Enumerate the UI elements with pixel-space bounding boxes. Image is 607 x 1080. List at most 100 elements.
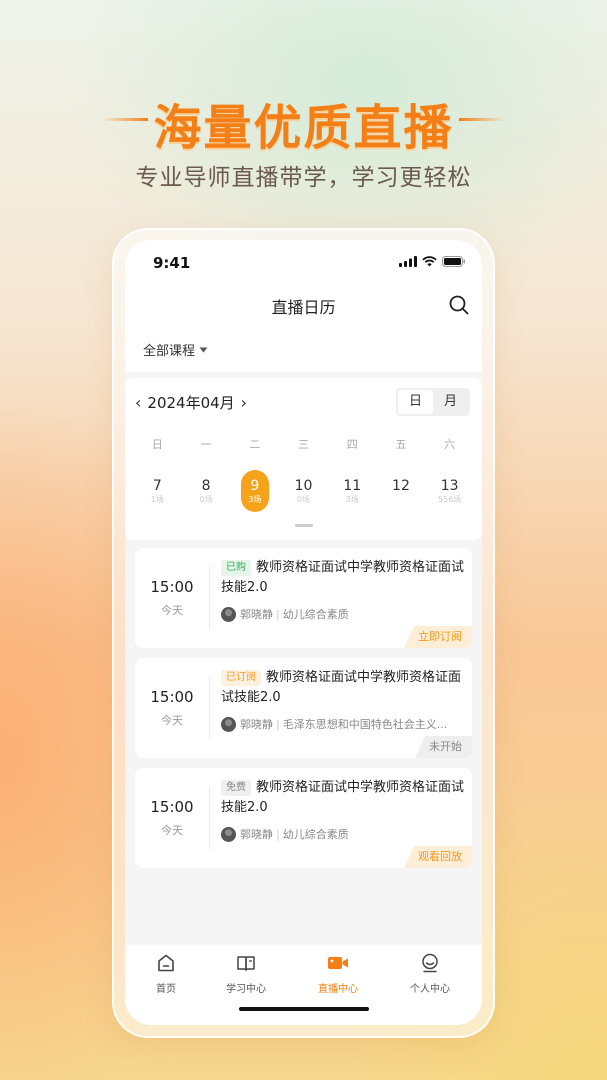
- day-cell[interactable]: 7 1场: [133, 472, 182, 514]
- tab-home[interactable]: 首页: [131, 953, 201, 995]
- hero-title: 海量优质直播: [153, 100, 454, 156]
- subscribe-button[interactable]: 立即订阅: [404, 626, 472, 648]
- session-teacher-row: 郭晓静 | 幼儿综合素质: [221, 826, 461, 842]
- day-number: 13: [440, 478, 459, 494]
- purchased-badge: 已购: [221, 560, 251, 576]
- weekday-label: 六: [444, 438, 456, 451]
- tab-label: 首页: [156, 984, 176, 995]
- book-icon: [237, 956, 255, 971]
- day-number: 10: [294, 478, 313, 494]
- status-bar: 9:41: [125, 240, 482, 286]
- prev-month-icon[interactable]: ‹: [135, 393, 141, 412]
- day-cell[interactable]: 8 0场: [182, 472, 231, 514]
- session-time: 15:00: [150, 688, 194, 706]
- divider: |: [276, 827, 280, 841]
- session-teacher-row: 郭晓静 | 幼儿综合素质: [221, 606, 461, 622]
- watch-replay-button[interactable]: 观看回放: [404, 846, 472, 868]
- session-time: 15:00: [150, 578, 194, 596]
- divider: |: [276, 607, 280, 621]
- course-category: 幼儿综合素质: [282, 828, 349, 841]
- day-session-count: 3场: [345, 495, 359, 504]
- tab-live-center[interactable]: 直播中心: [303, 953, 373, 995]
- course-category: 毛泽东思想和中国特色社会主义...: [282, 718, 448, 731]
- tab-label: 直播中心: [318, 984, 358, 995]
- calendar: ‹ 2024年04月 › 日 月 日 一 二 三 四 五 六 7 1场 8 0场: [125, 378, 482, 540]
- session-day: 今天: [161, 714, 183, 727]
- course-filter-label: 全部课程: [143, 344, 196, 359]
- day-row: 7 1场 8 0场 9 3场 10 0场 11 3场 12 13 556场: [125, 470, 482, 514]
- not-started-status: 未开始: [415, 736, 472, 758]
- status-icons: [399, 256, 466, 267]
- caret-down-icon: [199, 347, 208, 352]
- tab-learning-center[interactable]: 学习中心: [211, 953, 281, 995]
- search-icon[interactable]: [448, 294, 470, 316]
- session-card[interactable]: 15:00 今天 已购 教师资格证面试中学教师资格证面试技能2.0 郭晓静 | 幼…: [135, 548, 472, 648]
- day-session-count: 1场: [150, 495, 164, 504]
- day-session-count: 556场: [438, 495, 462, 504]
- day-session-count: 0场: [296, 495, 311, 504]
- teacher-name: 郭晓静: [240, 828, 273, 841]
- weekday-label: 一: [200, 438, 212, 451]
- session-day: 今天: [161, 824, 183, 837]
- view-month-button[interactable]: 月: [433, 390, 468, 414]
- view-day-button[interactable]: 日: [398, 390, 433, 414]
- teacher-name: 郭晓静: [240, 608, 273, 621]
- divider: [209, 566, 210, 630]
- hero-decor-line-right: [459, 118, 505, 121]
- status-time: 9:41: [153, 254, 191, 272]
- session-card[interactable]: 15:00 今天 已订阅 教师资格证面试中学教师资格证面试技能2.0 郭晓静 | …: [135, 658, 472, 758]
- day-cell-selected[interactable]: 9 3场: [230, 470, 279, 514]
- page-title: 直播日历: [271, 298, 336, 317]
- day-number: 11: [343, 478, 362, 494]
- hero-subtitle: 专业导师直播带学，学习更轻松: [135, 165, 472, 191]
- course-filter-dropdown[interactable]: 全部课程: [143, 340, 208, 359]
- signal-icon: [399, 256, 417, 267]
- weekday-label: 日: [151, 438, 163, 451]
- month-navigator: ‹ 2024年04月 ›: [135, 392, 247, 413]
- day-cell[interactable]: 12: [377, 472, 426, 514]
- course-category: 幼儿综合素质: [282, 608, 349, 621]
- user-icon: [422, 953, 438, 973]
- teacher-name: 郭晓静: [240, 718, 273, 731]
- weekday-row: 日 一 二 三 四 五 六: [125, 436, 482, 452]
- tab-bar: 首页 学习中心 直播中心 个人中心: [125, 945, 482, 1025]
- session-teacher-row: 郭晓静 | 毛泽东思想和中国特色社会主义...: [221, 716, 461, 732]
- phone-screen: 9:41 直播日历 全部课程 ‹ 2024年04月 › 日 月 日 一 二 三 …: [125, 240, 482, 1025]
- day-cell[interactable]: 11 3场: [328, 472, 377, 514]
- free-badge: 免费: [221, 780, 251, 796]
- battery-icon: [442, 256, 465, 267]
- session-title-block: 已购 教师资格证面试中学教师资格证面试技能2.0: [221, 558, 465, 598]
- subscribed-badge: 已订阅: [221, 670, 261, 686]
- calendar-expand-handle[interactable]: [294, 524, 313, 527]
- divider: [209, 676, 210, 740]
- wifi-icon: [422, 256, 437, 267]
- session-day: 今天: [161, 604, 183, 617]
- weekday-label: 五: [395, 438, 407, 451]
- day-session-count: 0场: [199, 495, 213, 504]
- session-card[interactable]: 15:00 今天 免费 教师资格证面试中学教师资格证面试技能2.0 郭晓静 | 幼…: [135, 768, 472, 868]
- day-number: 9: [250, 478, 260, 494]
- nav-bar: 直播日历: [125, 286, 482, 326]
- home-indicator: [238, 1007, 369, 1011]
- next-month-icon[interactable]: ›: [241, 393, 247, 412]
- day-number: 8: [201, 478, 211, 494]
- divider: [209, 786, 210, 850]
- tab-personal-center[interactable]: 个人中心: [395, 953, 465, 995]
- video-camera-icon: [328, 957, 348, 969]
- tab-label: 学习中心: [226, 984, 266, 995]
- session-title-block: 已订阅 教师资格证面试中学教师资格证面试技能2.0: [221, 668, 465, 708]
- weekday-label: 三: [298, 438, 310, 451]
- avatar: [221, 606, 236, 622]
- weekday-label: 四: [346, 438, 358, 451]
- filter-bar: 全部课程: [125, 326, 482, 372]
- session-title-block: 免费 教师资格证面试中学教师资格证面试技能2.0: [221, 778, 465, 818]
- day-session-count: 3场: [248, 495, 262, 504]
- day-cell[interactable]: 10 0场: [279, 472, 328, 514]
- weekday-label: 二: [249, 438, 261, 451]
- session-time: 15:00: [150, 798, 194, 816]
- day-cell[interactable]: 13 556场: [425, 472, 474, 514]
- avatar: [221, 826, 236, 842]
- home-icon: [158, 954, 174, 972]
- session-title: 教师资格证面试中学教师资格证面试技能2.0: [221, 560, 465, 595]
- tab-label: 个人中心: [410, 984, 450, 995]
